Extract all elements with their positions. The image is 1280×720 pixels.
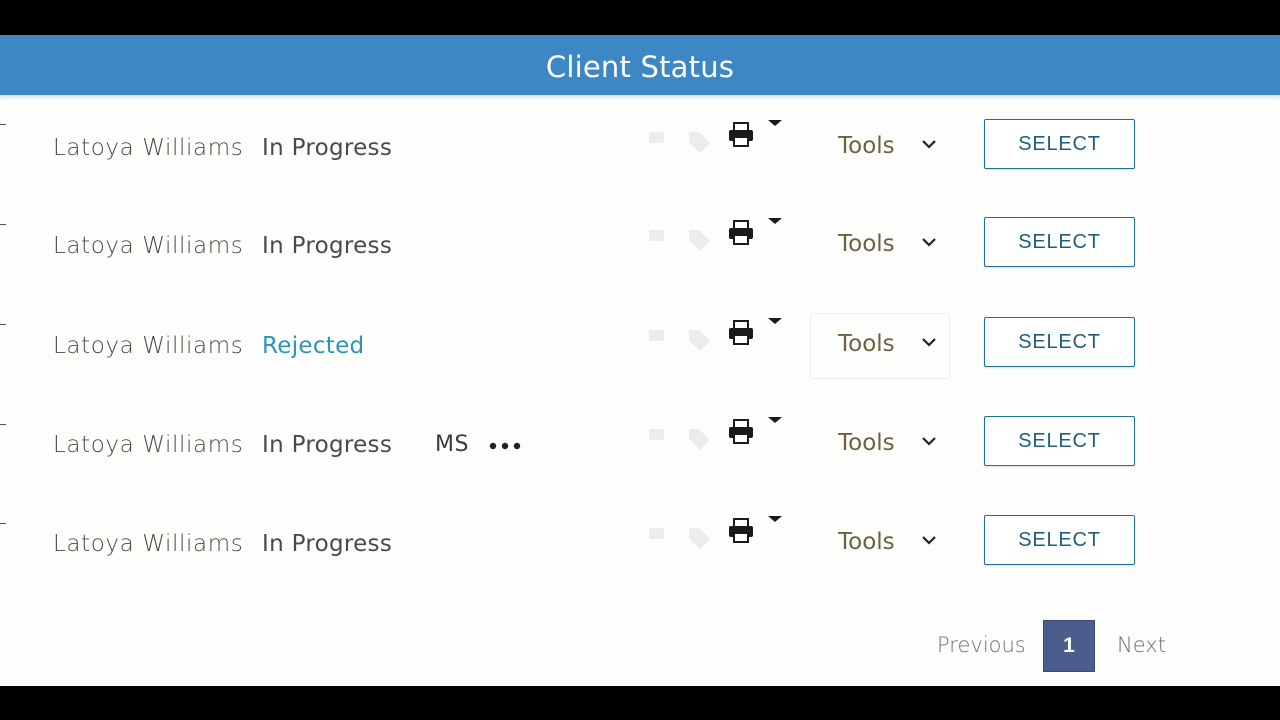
client-status: In Progress [262,233,393,259]
next-page-link[interactable]: Next [1117,633,1166,657]
print-icon[interactable] [727,517,755,545]
client-row: Latoya Williams In Progress Tools SELECT [0,217,1280,277]
tag-icon[interactable] [686,426,712,452]
select-button[interactable]: SELECT [984,119,1135,169]
print-icon[interactable] [727,319,755,347]
pagination: Previous 1 Next [0,620,1280,672]
tag-icon[interactable] [686,525,712,551]
client-name: Latoya Williams [53,432,244,458]
caret-down-icon[interactable] [767,515,783,523]
chevron-down-icon[interactable] [920,435,938,447]
tools-dropdown[interactable]: Tools [838,430,896,456]
page-number-current[interactable]: 1 [1043,620,1095,672]
chevron-down-icon[interactable] [920,236,938,248]
select-button[interactable]: SELECT [984,416,1135,466]
flag-icon[interactable] [648,329,666,343]
header-bar: Client Status [0,35,1280,95]
tag-icon[interactable] [686,227,712,253]
client-status: In Progress [262,135,393,161]
caret-down-icon[interactable] [767,317,783,325]
previous-page-link[interactable]: Previous [937,633,1026,657]
client-name: Latoya Williams [53,531,244,557]
chevron-down-icon[interactable] [920,336,938,348]
tools-dropdown[interactable]: Tools [838,133,896,159]
more-horizontal-icon[interactable] [488,440,524,452]
client-name: Latoya Williams [53,135,244,161]
caret-down-icon[interactable] [767,119,783,127]
client-status: Rejected [262,333,365,359]
client-status: In Progress [262,432,393,458]
caret-down-icon[interactable] [767,217,783,225]
page-title: Client Status [545,50,735,84]
tools-dropdown[interactable]: Tools [838,231,896,257]
chevron-down-icon[interactable] [920,534,938,546]
select-button[interactable]: SELECT [984,217,1135,267]
client-row: Latoya Williams In Progress Tools SELECT [0,515,1280,575]
client-status: In Progress [262,531,393,557]
flag-icon[interactable] [648,527,666,541]
client-row: Latoya Williams Rejected Tools SELECT [0,313,1280,379]
tag-icon[interactable] [686,327,712,353]
client-row: Latoya Williams In Progress MS Tools SEL… [0,416,1280,476]
tools-dropdown[interactable]: Tools [838,529,896,555]
chevron-down-icon[interactable] [920,138,938,150]
client-row: Latoya Williams In Progress Tools SELECT [0,119,1280,179]
client-name: Latoya Williams [53,233,244,259]
tools-dropdown[interactable]: Tools [838,331,896,357]
flag-icon[interactable] [648,229,666,243]
flag-icon[interactable] [648,428,666,442]
caret-down-icon[interactable] [767,416,783,424]
select-button[interactable]: SELECT [984,317,1135,367]
client-name: Latoya Williams [53,333,244,359]
print-icon[interactable] [727,418,755,446]
flag-icon[interactable] [648,131,666,145]
select-button[interactable]: SELECT [984,515,1135,565]
print-icon[interactable] [727,219,755,247]
assignee-initials: MS [435,432,469,457]
tag-icon[interactable] [686,129,712,155]
print-icon[interactable] [727,121,755,149]
client-status-panel: Client Status Latoya Williams In Progres… [0,35,1280,686]
